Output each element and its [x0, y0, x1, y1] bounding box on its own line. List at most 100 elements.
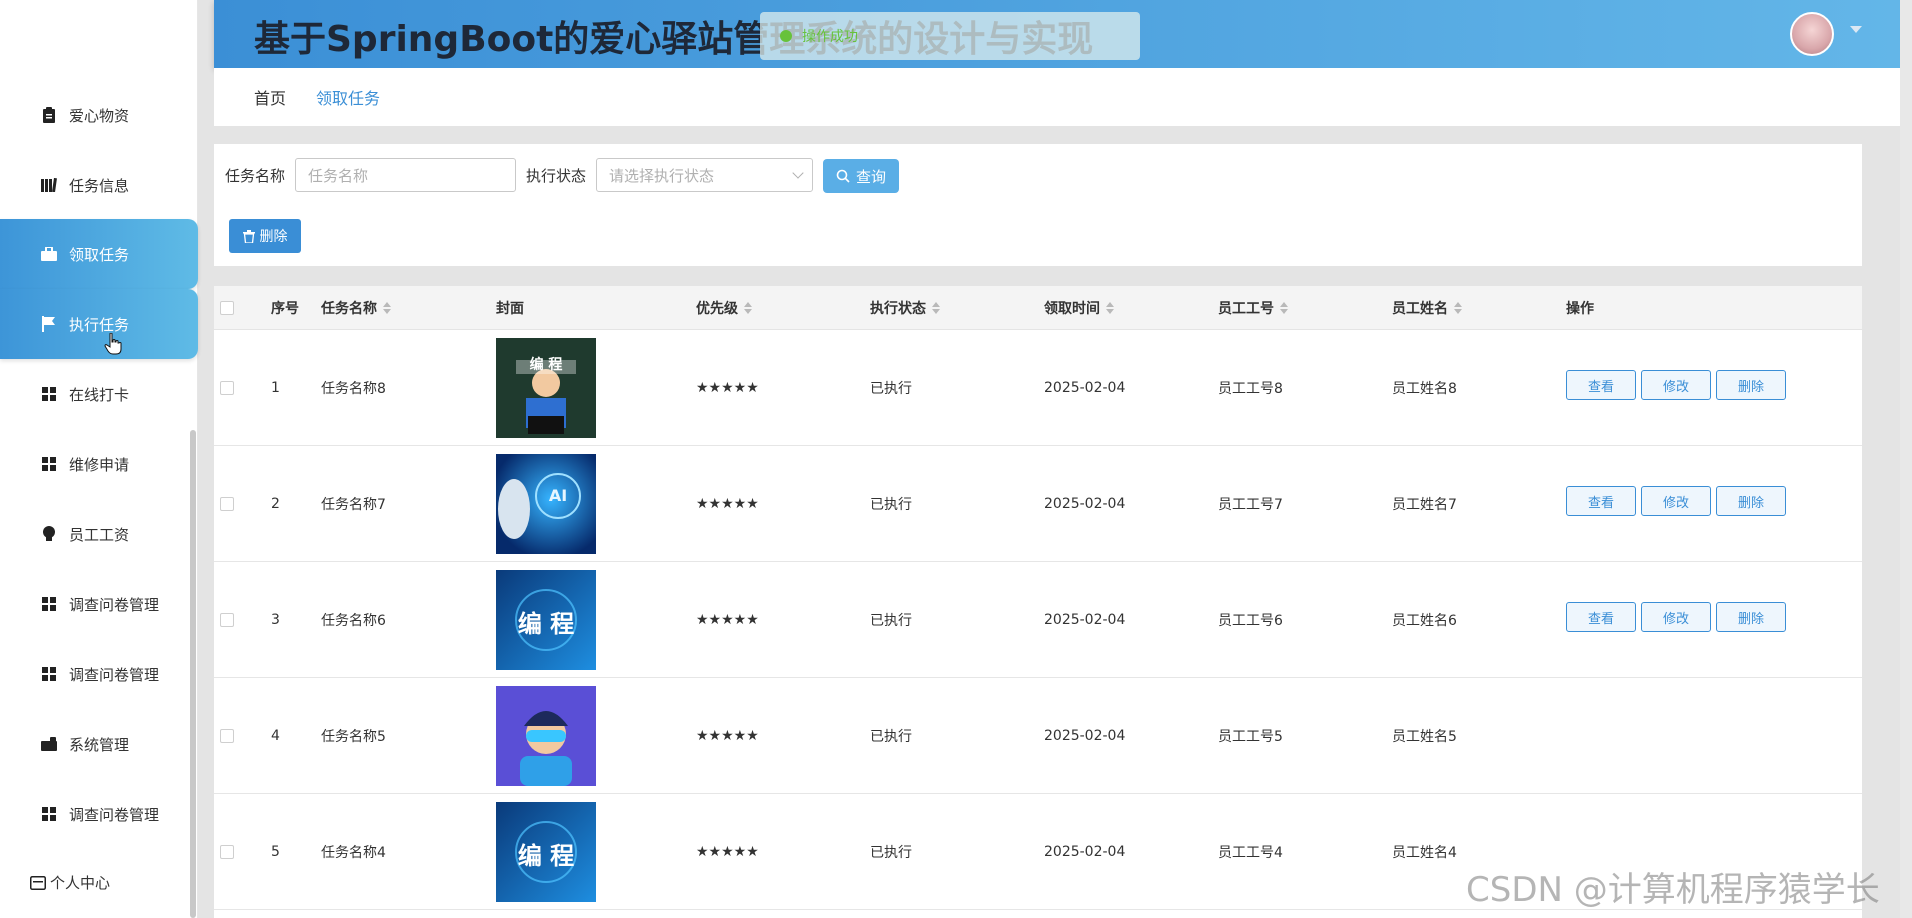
sidebar-item-label: 任务信息 — [69, 176, 130, 195]
col-cover: 封面 — [496, 286, 524, 330]
row-checkbox[interactable] — [220, 845, 234, 859]
delete-button[interactable]: 删除 — [1716, 602, 1786, 632]
delete-button-label: 删除 — [259, 229, 288, 245]
sidebar-item-label: 调查问卷管理 — [69, 665, 160, 684]
sidebar-item-execute-task[interactable]: 执行任务 — [0, 289, 198, 359]
cell-index: 1 — [271, 380, 280, 396]
cell-employee-no: 员工工号8 — [1218, 381, 1283, 397]
cell-status: 已执行 — [870, 497, 912, 513]
select-all-cell[interactable] — [220, 286, 234, 330]
row-checkbox[interactable] — [220, 381, 234, 395]
row-select-cell[interactable] — [220, 794, 234, 910]
cell-claim-time: 2025-02-04 — [1044, 380, 1126, 396]
cell-index: 5 — [271, 844, 280, 860]
col-task-name-label: 任务名称 — [321, 301, 377, 317]
row-select-cell[interactable] — [220, 330, 234, 446]
cover-image: 编 程 — [496, 570, 596, 670]
col-claim-time-label: 领取时间 — [1044, 301, 1100, 317]
edit-button[interactable]: 修改 — [1641, 370, 1711, 400]
avatar[interactable] — [1790, 12, 1834, 56]
sort-icon[interactable] — [1454, 302, 1462, 314]
sidebar-item-label: 领取任务 — [69, 245, 130, 264]
cell-status: 已执行 — [870, 845, 912, 861]
select-all-checkbox[interactable] — [220, 301, 234, 315]
cell-employee-no: 员工工号7 — [1218, 497, 1283, 513]
task-name-input[interactable]: 任务名称 — [295, 158, 516, 192]
breadcrumb: 首页 领取任务 — [214, 68, 1900, 126]
cell-employee-name: 员工姓名4 — [1392, 845, 1457, 861]
cell-employee-name: 员工姓名7 — [1392, 497, 1457, 513]
sidebar: 爱心物资 任务信息 领取任务 执行任务 在线打卡 维修申请 员工工资 调查问卷管… — [0, 0, 198, 918]
col-employee-no[interactable]: 员工工号 — [1218, 286, 1288, 330]
query-button-label: 查询 — [855, 167, 886, 186]
edit-button[interactable]: 修改 — [1641, 602, 1711, 632]
task-name-label: 任务名称 — [225, 167, 286, 185]
row-checkbox[interactable] — [220, 497, 234, 511]
col-task-name[interactable]: 任务名称 — [321, 286, 391, 330]
row-select-cell[interactable] — [220, 446, 234, 562]
status-placeholder: 请选择执行状态 — [609, 166, 715, 185]
cell-priority: ★★★★★ — [696, 380, 759, 396]
sidebar-item-survey-management-1[interactable]: 调查问卷管理 — [0, 569, 198, 639]
view-button[interactable]: 查看 — [1566, 602, 1636, 632]
status-label: 执行状态 — [526, 167, 587, 185]
cell-task-name: 任务名称7 — [321, 497, 386, 513]
col-claim-time[interactable]: 领取时间 — [1044, 286, 1114, 330]
col-cover-label: 封面 — [496, 301, 524, 317]
sidebar-item-survey-management-3[interactable]: 调查问卷管理 — [0, 779, 198, 849]
trash-icon — [242, 229, 255, 243]
col-priority[interactable]: 优先级 — [696, 286, 752, 330]
sidebar-item-system-management[interactable]: 系统管理 — [0, 709, 198, 779]
view-button[interactable]: 查看 — [1566, 486, 1636, 516]
query-button[interactable]: 查询 — [823, 159, 899, 193]
row-select-cell[interactable] — [220, 678, 234, 794]
batch-delete-button[interactable]: 删除 — [229, 219, 301, 253]
breadcrumb-home[interactable]: 首页 — [254, 85, 286, 109]
col-employee-no-label: 员工工号 — [1218, 301, 1274, 317]
personal-center-label: 个人中心 — [50, 874, 111, 892]
sort-icon[interactable] — [1280, 302, 1288, 314]
sidebar-item-label: 系统管理 — [69, 735, 130, 754]
sidebar-item-label: 调查问卷管理 — [69, 595, 160, 614]
cover-caption: AI — [548, 486, 568, 505]
row-select-cell[interactable] — [220, 562, 234, 678]
sidebar-item-repair-request[interactable]: 维修申请 — [0, 429, 198, 499]
sidebar-item-survey-management-2[interactable]: 调查问卷管理 — [0, 639, 198, 709]
sidebar-item-love-supplies[interactable]: 爱心物资 — [0, 80, 198, 150]
sidebar-item-personal-center[interactable]: 个人中心 — [30, 872, 110, 893]
table-row: 3 任务名称6 编 程 ★★★★★ 已执行 2025-02-04 员工工号6 员… — [214, 562, 1862, 678]
table-row: 1 任务名称8 编 程 ★★★★★ 已执行 2025-02-04 员工工号8 员… — [214, 330, 1862, 446]
view-button[interactable]: 查看 — [1566, 370, 1636, 400]
edit-button[interactable]: 修改 — [1641, 486, 1711, 516]
cover-caption: 编 程 — [517, 610, 575, 638]
col-index-label: 序号 — [271, 301, 299, 317]
delete-button[interactable]: 删除 — [1716, 486, 1786, 516]
col-status[interactable]: 执行状态 — [870, 286, 940, 330]
sort-icon[interactable] — [1106, 302, 1114, 314]
cover-image: 编 程 — [496, 338, 596, 438]
chevron-down-icon — [792, 167, 804, 179]
sort-icon[interactable] — [383, 302, 391, 314]
sidebar-item-employee-salary[interactable]: 员工工资 — [0, 499, 198, 569]
briefcase-icon — [40, 245, 58, 263]
status-select[interactable]: 请选择执行状态 — [596, 158, 813, 192]
page-scrollbar[interactable] — [1900, 0, 1912, 918]
cell-employee-name: 员工姓名5 — [1392, 729, 1457, 745]
cell-status: 已执行 — [870, 381, 912, 397]
delete-button[interactable]: 删除 — [1716, 370, 1786, 400]
sidebar-item-online-checkin[interactable]: 在线打卡 — [0, 359, 198, 429]
sidebar-scrollbar[interactable] — [190, 430, 196, 918]
grid-icon — [40, 805, 58, 823]
col-actions: 操作 — [1566, 286, 1594, 330]
toast-message: 操作成功 — [802, 29, 858, 45]
sidebar-item-task-info[interactable]: 任务信息 — [0, 150, 198, 220]
row-checkbox[interactable] — [220, 613, 234, 627]
row-checkbox[interactable] — [220, 729, 234, 743]
sort-icon[interactable] — [932, 302, 940, 314]
sort-icon[interactable] — [744, 302, 752, 314]
sidebar-item-claim-task[interactable]: 领取任务 — [0, 219, 198, 289]
cell-index: 2 — [271, 496, 280, 512]
chevron-down-icon[interactable] — [1850, 26, 1862, 33]
col-employee-name[interactable]: 员工姓名 — [1392, 286, 1462, 330]
cell-employee-name: 员工姓名6 — [1392, 613, 1457, 629]
